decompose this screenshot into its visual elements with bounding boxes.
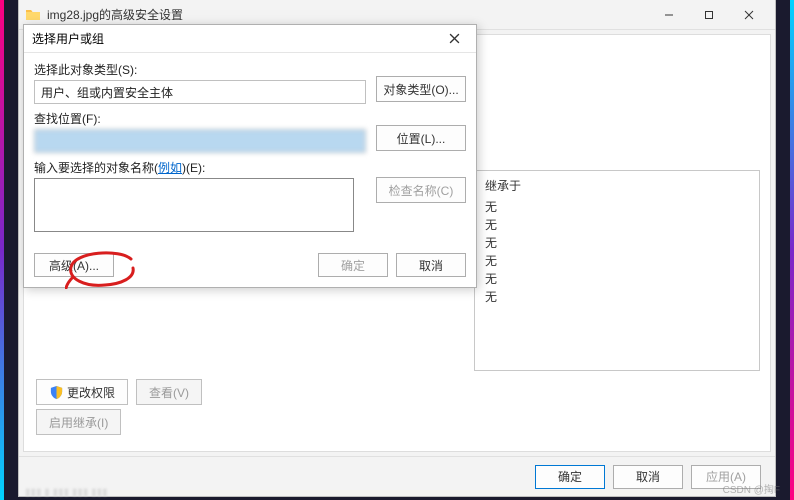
list-item[interactable]: 无 (485, 288, 749, 306)
object-types-button[interactable]: 对象类型(O)... (376, 76, 466, 102)
select-user-group-dialog: 选择用户或组 选择此对象类型(S): 用户、组或内置安全主体 对象类型(O)..… (23, 24, 477, 288)
inherit-list: 无 无 无 无 无 无 (485, 198, 749, 306)
minimize-button[interactable] (649, 1, 689, 29)
inherit-header: 继承于 (485, 177, 749, 194)
action-row-1: 更改权限 查看(V) (36, 379, 202, 405)
list-item[interactable]: 无 (485, 198, 749, 216)
object-names-label: 输入要选择的对象名称(例如)(E): (34, 159, 366, 176)
dialog-cancel-button[interactable]: 取消 (396, 253, 466, 277)
shield-icon (49, 385, 64, 400)
enable-inherit-button[interactable]: 启用继承(I) (36, 409, 121, 435)
dialog-footer: 确定 取消 应用(A) (19, 456, 775, 496)
example-link[interactable]: 例如 (158, 161, 182, 175)
view-button[interactable]: 查看(V) (136, 379, 202, 405)
inherit-panel: 继承于 无 无 无 无 无 无 (474, 170, 760, 371)
advanced-button[interactable]: 高级(A)... (34, 253, 114, 277)
locations-button[interactable]: 位置(L)... (376, 125, 466, 151)
dialog-button-row: 高级(A)... 确定 取消 (24, 247, 476, 287)
location-label: 查找位置(F): (34, 110, 366, 127)
watermark: CSDN @掏F (723, 481, 780, 496)
location-field[interactable] (34, 129, 366, 153)
cancel-button[interactable]: 取消 (613, 465, 683, 489)
list-item[interactable]: 无 (485, 270, 749, 288)
dialog-titlebar: 选择用户或组 (24, 25, 476, 53)
window-controls (649, 1, 769, 29)
dialog-body: 选择此对象类型(S): 用户、组或内置安全主体 对象类型(O)... 查找位置(… (24, 53, 476, 247)
garbled-text: ▮▮▮ ▮ ▮▮▮ ▮▮▮ ▮▮▮ (25, 487, 108, 498)
dialog-title: 选择用户或组 (32, 30, 440, 47)
change-permissions-button[interactable]: 更改权限 (36, 379, 128, 405)
object-type-label: 选择此对象类型(S): (34, 61, 366, 78)
list-item[interactable]: 无 (485, 234, 749, 252)
list-item[interactable]: 无 (485, 252, 749, 270)
object-names-input[interactable] (34, 178, 354, 232)
window-title: img28.jpg的高级安全设置 (47, 6, 649, 23)
object-type-field[interactable]: 用户、组或内置安全主体 (34, 80, 366, 104)
check-names-button[interactable]: 检查名称(C) (376, 177, 466, 203)
close-button[interactable] (729, 1, 769, 29)
change-permissions-label: 更改权限 (67, 384, 115, 401)
dialog-close-button[interactable] (440, 28, 468, 50)
list-item[interactable]: 无 (485, 216, 749, 234)
action-row-2: 启用继承(I) (36, 409, 121, 435)
dialog-ok-button[interactable]: 确定 (318, 253, 388, 277)
maximize-button[interactable] (689, 1, 729, 29)
ok-button[interactable]: 确定 (535, 465, 605, 489)
folder-icon (25, 7, 41, 23)
